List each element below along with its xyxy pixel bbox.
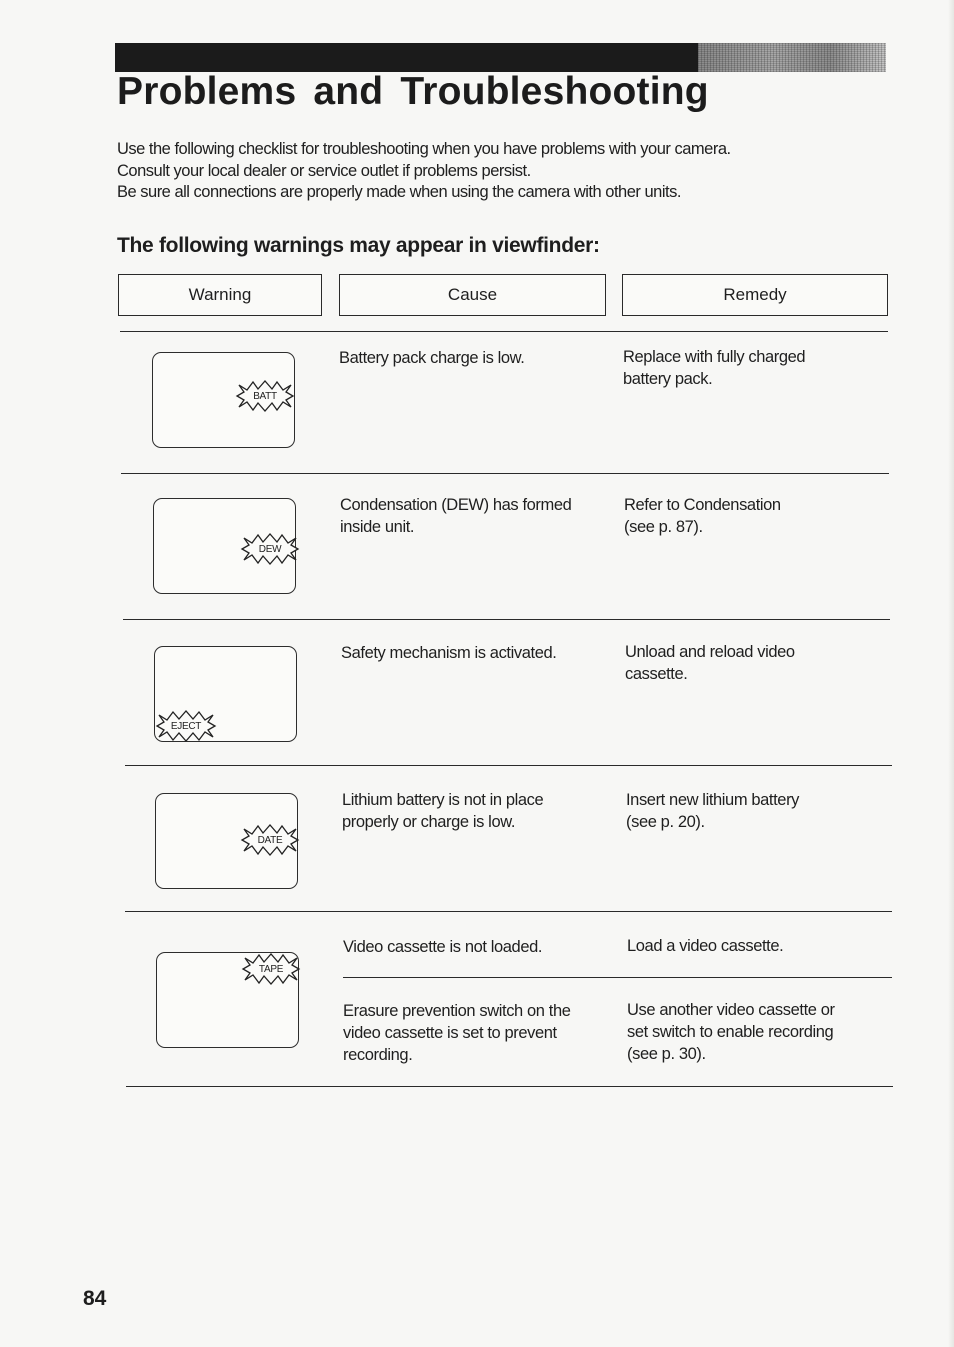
intro-text: Use the following checklist for troubles… (117, 139, 731, 204)
table-rule (120, 331, 888, 332)
cause-text: Safety mechanism is activated. (341, 644, 557, 662)
remedy-cell: Unload and reload video cassette. (625, 641, 795, 685)
date-warning-icon: DATE (240, 823, 300, 857)
remedy-cell: Replace with fully charged battery pack. (623, 346, 806, 390)
table-rule (125, 911, 892, 912)
column-header-cause: Cause (339, 274, 606, 316)
viewfinder-frame: BATT (152, 352, 295, 448)
intro-line: Be sure all connections are properly mad… (117, 183, 681, 201)
cause-cell: Safety mechanism is activated. (341, 642, 557, 664)
remedy-text: (see p. 30). (627, 1045, 706, 1063)
viewfinder-frame: EJECT (154, 646, 297, 742)
cause-cell: Erasure prevention switch on the video c… (343, 1000, 571, 1066)
cause-cell: Battery pack charge is low. (339, 347, 525, 369)
cause-text: Video cassette is not loaded. (343, 938, 543, 956)
remedy-text: cassette. (625, 665, 688, 683)
column-header-warning: Warning (118, 274, 322, 316)
cause-text: Lithium battery is not in place (342, 791, 544, 809)
indicator-label: BATT (253, 390, 277, 402)
cause-text: video cassette is set to prevent (343, 1024, 557, 1042)
cause-text: Condensation (DEW) has formed (340, 496, 572, 514)
remedy-text: (see p. 20). (626, 813, 705, 831)
viewfinder-frame: DATE (155, 793, 300, 889)
intro-line: Use the following checklist for troubles… (117, 140, 731, 158)
page-number: 84 (83, 1287, 107, 1310)
table-rule (121, 473, 889, 474)
remedy-text: set switch to enable recording (627, 1023, 834, 1041)
cause-text: inside unit. (340, 518, 415, 536)
remedy-cell: Load a video cassette. (627, 935, 784, 957)
cause-text: Erasure prevention switch on the (343, 1002, 571, 1020)
indicator-label: EJECT (170, 720, 202, 732)
header-bar (115, 43, 698, 72)
indicator-label: DEW (258, 543, 282, 555)
remedy-text: Load a video cassette. (627, 937, 784, 955)
remedy-cell: Use another video cassette or set switch… (627, 999, 835, 1065)
viewfinder-frame: DEW (153, 498, 300, 594)
eject-warning-icon: EJECT (155, 709, 217, 743)
table-subrule (343, 977, 892, 978)
cause-text: properly or charge is low. (342, 813, 516, 831)
viewfinder-frame: TAPE (156, 952, 301, 1048)
dew-warning-icon: DEW (240, 532, 300, 566)
cause-cell: Video cassette is not loaded. (343, 936, 542, 958)
page-title: Problems and Troubleshooting (117, 70, 709, 113)
cause-text: Battery pack charge is low. (339, 349, 525, 367)
remedy-text: Refer to Condensation (624, 496, 781, 514)
table-rule (123, 619, 890, 620)
table-rule (125, 765, 892, 766)
cause-cell: Condensation (DEW) has formed inside uni… (340, 494, 572, 538)
remedy-text: battery pack. (623, 370, 713, 388)
indicator-label: TAPE (258, 963, 284, 975)
section-subheading: The following warnings may appear in vie… (117, 234, 600, 257)
intro-line: Consult your local dealer or service out… (117, 161, 531, 180)
cause-cell: Lithium battery is not in place properly… (342, 789, 544, 833)
page-edge (948, 0, 954, 1347)
remedy-text: Use another video cassette or (627, 1001, 835, 1019)
batt-warning-icon: BATT (235, 379, 295, 413)
column-header-remedy: Remedy (622, 274, 888, 316)
header-texture (698, 43, 886, 72)
cause-text: recording. (343, 1046, 413, 1064)
remedy-cell: Insert new lithium battery (see p. 20). (626, 789, 799, 833)
remedy-text: Unload and reload video (625, 643, 795, 661)
remedy-text: (see p. 87). (624, 518, 703, 536)
remedy-text: Insert new lithium battery (626, 791, 800, 809)
table-rule (126, 1086, 893, 1087)
remedy-cell: Refer to Condensation (see p. 87). (624, 494, 781, 538)
tape-warning-icon: TAPE (241, 952, 301, 986)
indicator-label: DATE (257, 834, 283, 846)
remedy-text: Replace with fully charged (623, 348, 806, 366)
